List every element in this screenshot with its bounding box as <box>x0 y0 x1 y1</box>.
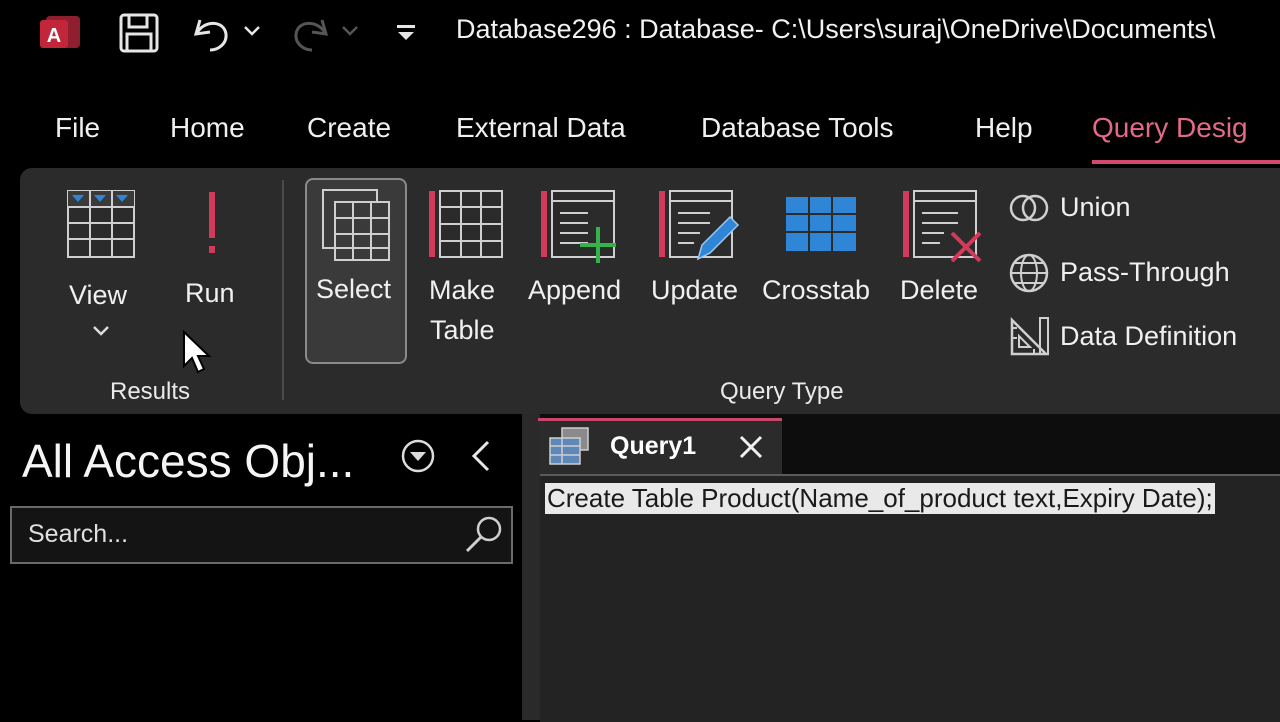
run-exclamation-icon <box>209 192 215 253</box>
svg-text:A: A <box>47 25 61 47</box>
view-label: View <box>69 280 128 310</box>
update-label: Update <box>651 275 739 305</box>
view-button[interactable]: View <box>60 185 142 345</box>
query-type-group-label: Query Type <box>720 378 844 405</box>
select-query-button[interactable]: Select <box>305 178 407 364</box>
crosstab-label: Crosstab <box>762 275 871 305</box>
access-logo-icon: A <box>40 16 80 48</box>
delete-button[interactable]: Delete <box>898 185 988 315</box>
search-placeholder: Search... <box>28 520 129 548</box>
datasheet-view-icon <box>67 190 135 258</box>
undo-icon[interactable] <box>190 12 234 54</box>
data-definition-button[interactable]: Data Definition <box>1008 314 1278 360</box>
pass-through-button[interactable]: Pass-Through <box>1008 250 1258 296</box>
ribbon-tabs: File Home Create External Data Database … <box>0 100 1280 160</box>
customize-toolbar-icon[interactable] <box>394 22 418 44</box>
delete-label: Delete <box>900 275 979 305</box>
append-icon <box>541 190 616 263</box>
tab-file[interactable]: File <box>55 112 100 144</box>
globe-icon <box>1009 253 1049 293</box>
save-icon[interactable] <box>118 12 162 54</box>
search-icon[interactable] <box>462 514 506 556</box>
collapse-pane-icon[interactable] <box>466 438 496 474</box>
update-button[interactable]: Update <box>650 185 750 315</box>
nav-menu-dropdown-icon[interactable] <box>398 436 438 476</box>
chevron-down-icon <box>93 326 109 336</box>
active-tab-indicator <box>1092 160 1280 164</box>
union-label: Union <box>1060 192 1131 222</box>
run-label: Run <box>185 278 235 308</box>
pass-through-label: Pass-Through <box>1060 257 1230 287</box>
make-table-button[interactable]: Make Table <box>424 185 508 355</box>
tab-create[interactable]: Create <box>307 112 391 144</box>
triangle-ruler-icon <box>1010 316 1050 356</box>
tab-external-data[interactable]: External Data <box>456 112 626 144</box>
redo-dropdown-icon[interactable] <box>340 24 360 38</box>
update-icon <box>659 190 740 261</box>
window-title: Database296 : Database- C:\Users\suraj\O… <box>456 14 1216 44</box>
run-button[interactable]: Run <box>180 185 246 315</box>
crosstab-icon <box>786 197 856 251</box>
crosstab-button[interactable]: Crosstab <box>762 185 880 315</box>
title-bar: A Database296 : Database- C:\Users\suraj… <box>0 0 1280 72</box>
data-definition-label: Data Definition <box>1060 321 1238 351</box>
nav-pane-title[interactable]: All Access Obj... <box>22 434 354 488</box>
sql-query-icon <box>549 427 589 465</box>
undo-dropdown-icon[interactable] <box>242 24 262 38</box>
make-table-icon <box>429 190 503 258</box>
close-icon[interactable] <box>736 432 766 462</box>
sql-text[interactable]: Create Table Product(Name_of_product tex… <box>545 483 1215 514</box>
make-table-label-1: Make <box>429 275 496 305</box>
mouse-cursor-icon <box>183 330 212 374</box>
results-group-label: Results <box>110 378 191 405</box>
select-query-icon <box>322 189 390 261</box>
make-table-label-2: Table <box>430 315 495 345</box>
union-button[interactable]: Union <box>1008 186 1178 230</box>
query1-tab-label: Query1 <box>610 432 697 460</box>
delete-icon <box>903 190 982 263</box>
select-label: Select <box>316 274 392 304</box>
append-button[interactable]: Append <box>528 185 636 315</box>
tab-home[interactable]: Home <box>170 112 245 144</box>
tab-query-design[interactable]: Query Desig <box>1092 112 1248 144</box>
append-label: Append <box>528 275 622 305</box>
ribbon-separator <box>282 180 284 400</box>
tab-help[interactable]: Help <box>975 112 1033 144</box>
tab-database-tools[interactable]: Database Tools <box>701 112 894 144</box>
union-icon <box>1009 194 1049 222</box>
redo-icon[interactable] <box>288 12 332 54</box>
